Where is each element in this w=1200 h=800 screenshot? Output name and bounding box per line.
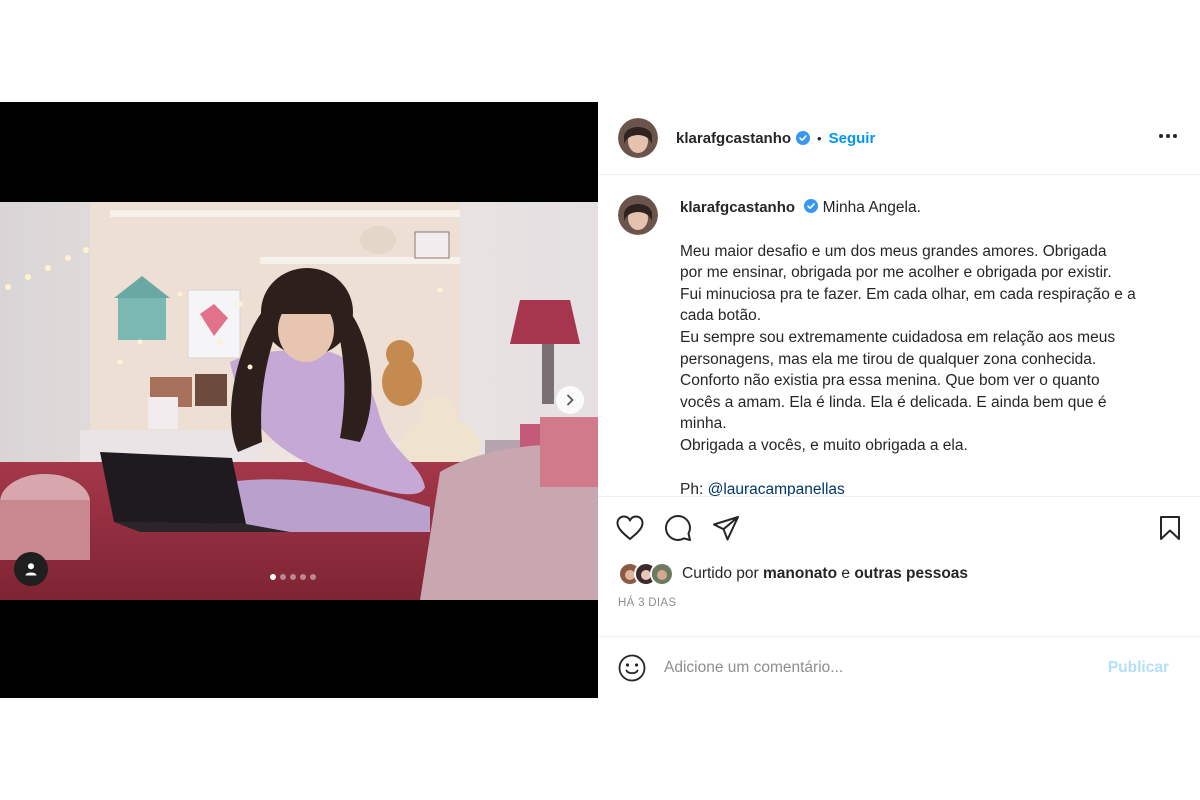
caption-avatar[interactable]	[618, 195, 658, 235]
caption-line: Obrigada a vocês, e muito obrigada a ela…	[680, 436, 968, 454]
carousel-indicator	[270, 574, 316, 580]
heart-icon[interactable]	[616, 515, 644, 541]
liked-by-prefix: Curtido por	[682, 565, 759, 582]
verified-badge-icon	[796, 131, 811, 145]
other-likers-link[interactable]: outras pessoas	[854, 565, 968, 582]
post-header: klarafgcastanho • Seguir	[598, 102, 1200, 175]
caption-line: personagens, mas ela me tirou de qualque…	[680, 350, 1097, 368]
liker-avatars[interactable]	[618, 562, 674, 586]
caption-username[interactable]: klarafgcastanho	[680, 199, 795, 216]
carousel-dot	[280, 574, 286, 580]
user-tag-icon	[24, 562, 38, 576]
instagram-post: klarafgcastanho • Seguir klarafgcastanho	[0, 102, 1200, 698]
avatar[interactable]	[618, 118, 658, 158]
comment-input[interactable]	[664, 658, 1064, 677]
follow-button[interactable]: Seguir	[829, 130, 876, 147]
credit-prefix: Ph:	[680, 480, 704, 497]
caption-line: Eu sempre sou extremamente cuidadosa em …	[680, 328, 1116, 346]
separator-dot: •	[817, 130, 822, 146]
caption-body: klarafgcastanho Minha Angela. Meu maior …	[680, 195, 1166, 497]
likes-summary: Curtido por manonato e outras pessoas	[598, 562, 1200, 586]
caption-line: Conforto não existia pra essa menina. Qu…	[680, 372, 1100, 390]
verified-badge-icon	[804, 199, 819, 213]
avatar	[650, 562, 674, 586]
user-tag-button[interactable]	[14, 552, 48, 586]
publish-button[interactable]: Publicar	[1108, 659, 1169, 677]
more-options-icon[interactable]	[1158, 126, 1178, 144]
comment-icon[interactable]	[664, 514, 692, 542]
caption-line: minha.	[680, 415, 727, 433]
bookmark-icon[interactable]	[1158, 515, 1182, 546]
carousel-dot	[300, 574, 306, 580]
post-media	[0, 102, 598, 698]
credit-mention-link[interactable]: @lauracampanellas	[708, 481, 845, 496]
comment-bar: Publicar	[598, 636, 1200, 698]
emoji-icon[interactable]	[618, 654, 646, 682]
liked-by-conjunction: e	[841, 565, 850, 582]
carousel-dot	[310, 574, 316, 580]
post-actions	[598, 497, 1200, 559]
likes-text: Curtido por manonato e outras pessoas	[682, 565, 968, 583]
liker-username[interactable]: manonato	[763, 565, 837, 582]
caption-line: cada botão.	[680, 307, 762, 325]
caption-text: Meu maior desafio e um dos meus grandes …	[680, 241, 1166, 457]
chevron-right-icon	[564, 394, 576, 406]
carousel-dot	[270, 574, 276, 580]
caption-line: Meu maior desafio e um dos meus grandes …	[680, 242, 1107, 260]
post-timestamp[interactable]: HÁ 3 DIAS	[598, 597, 1200, 609]
photo-credit: Ph: @lauracampanellas	[680, 479, 1166, 497]
caption-line: por me ensinar, obrigada por me acolher …	[680, 264, 1112, 282]
carousel-next-button[interactable]	[556, 386, 584, 414]
post-caption: klarafgcastanho Minha Angela. Meu maior …	[598, 175, 1200, 497]
post-sidebar: klarafgcastanho • Seguir klarafgcastanho	[598, 102, 1200, 698]
post-username[interactable]: klarafgcastanho	[676, 130, 791, 147]
share-icon[interactable]	[712, 515, 740, 541]
post-photo[interactable]	[0, 202, 598, 600]
caption-line: Fui minuciosa pra te fazer. Em cada olha…	[680, 285, 1136, 303]
caption-title: Minha Angela.	[822, 199, 921, 216]
caption-line: vocês a amam. Ela é linda. Ela é delicad…	[680, 393, 1107, 411]
carousel-dot	[290, 574, 296, 580]
